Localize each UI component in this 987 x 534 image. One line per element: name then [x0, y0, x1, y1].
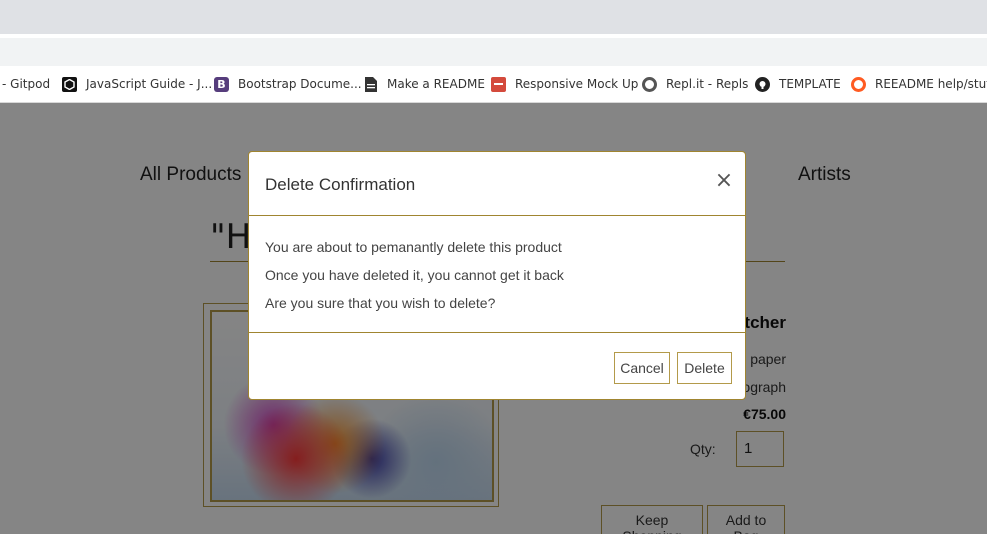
bookmark-label: REEADME help/stuff	[875, 77, 987, 91]
cancel-button[interactable]: Cancel	[614, 352, 670, 384]
delete-button[interactable]: Delete	[677, 352, 732, 384]
browser-tab-strip	[0, 0, 987, 34]
modal-message-line: You are about to pemanantly delete this …	[265, 239, 562, 255]
modal-header: Delete Confirmation ×	[249, 152, 745, 216]
document-icon	[363, 76, 378, 92]
bootstrap-icon: B	[214, 76, 229, 92]
delete-confirmation-modal: Delete Confirmation × You are about to p…	[248, 151, 746, 400]
browser-toolbar	[0, 38, 987, 66]
modal-message-line: Once you have deleted it, you cannot get…	[265, 267, 564, 283]
close-icon[interactable]: ×	[709, 169, 739, 195]
bookmark-label: Responsive Mock Up	[515, 77, 639, 91]
modal-message-line: Are you sure that you wish to delete?	[265, 295, 496, 311]
bookmark-bootstrap-docs[interactable]: B Bootstrap Docume...	[214, 75, 362, 93]
bookmarks-bar: - Gitpod JavaScript Guide - J... B Boots…	[0, 66, 987, 103]
mockup-icon	[491, 76, 506, 92]
bookmark-replit[interactable]: Repl.it - Repls	[642, 75, 748, 93]
modal-body: You are about to pemanantly delete this …	[249, 216, 745, 333]
bookmark-responsive-mockup[interactable]: Responsive Mock Up	[491, 75, 638, 93]
modal-title: Delete Confirmation	[265, 175, 416, 194]
bookmark-javascript-guide[interactable]: JavaScript Guide - J...	[62, 75, 212, 93]
bookmark-make-readme[interactable]: Make a README	[363, 75, 485, 93]
bookmark-label: Make a README	[387, 77, 485, 91]
bookmark-gitpod[interactable]: - Gitpod	[2, 75, 50, 93]
ring-icon	[851, 76, 866, 92]
bookmark-readme-help[interactable]: REEADME help/stuff	[851, 75, 987, 93]
github-icon	[755, 76, 770, 92]
codepen-icon	[62, 76, 77, 92]
replit-icon	[642, 76, 657, 92]
bookmark-label: - Gitpod	[2, 77, 51, 91]
bookmark-label: Repl.it - Repls	[666, 77, 749, 91]
bookmark-template[interactable]: TEMPLATE	[755, 75, 841, 93]
bookmark-label: JavaScript Guide - J...	[86, 77, 213, 91]
bookmark-label: TEMPLATE	[779, 77, 841, 91]
bookmark-label: Bootstrap Docume...	[238, 77, 362, 91]
